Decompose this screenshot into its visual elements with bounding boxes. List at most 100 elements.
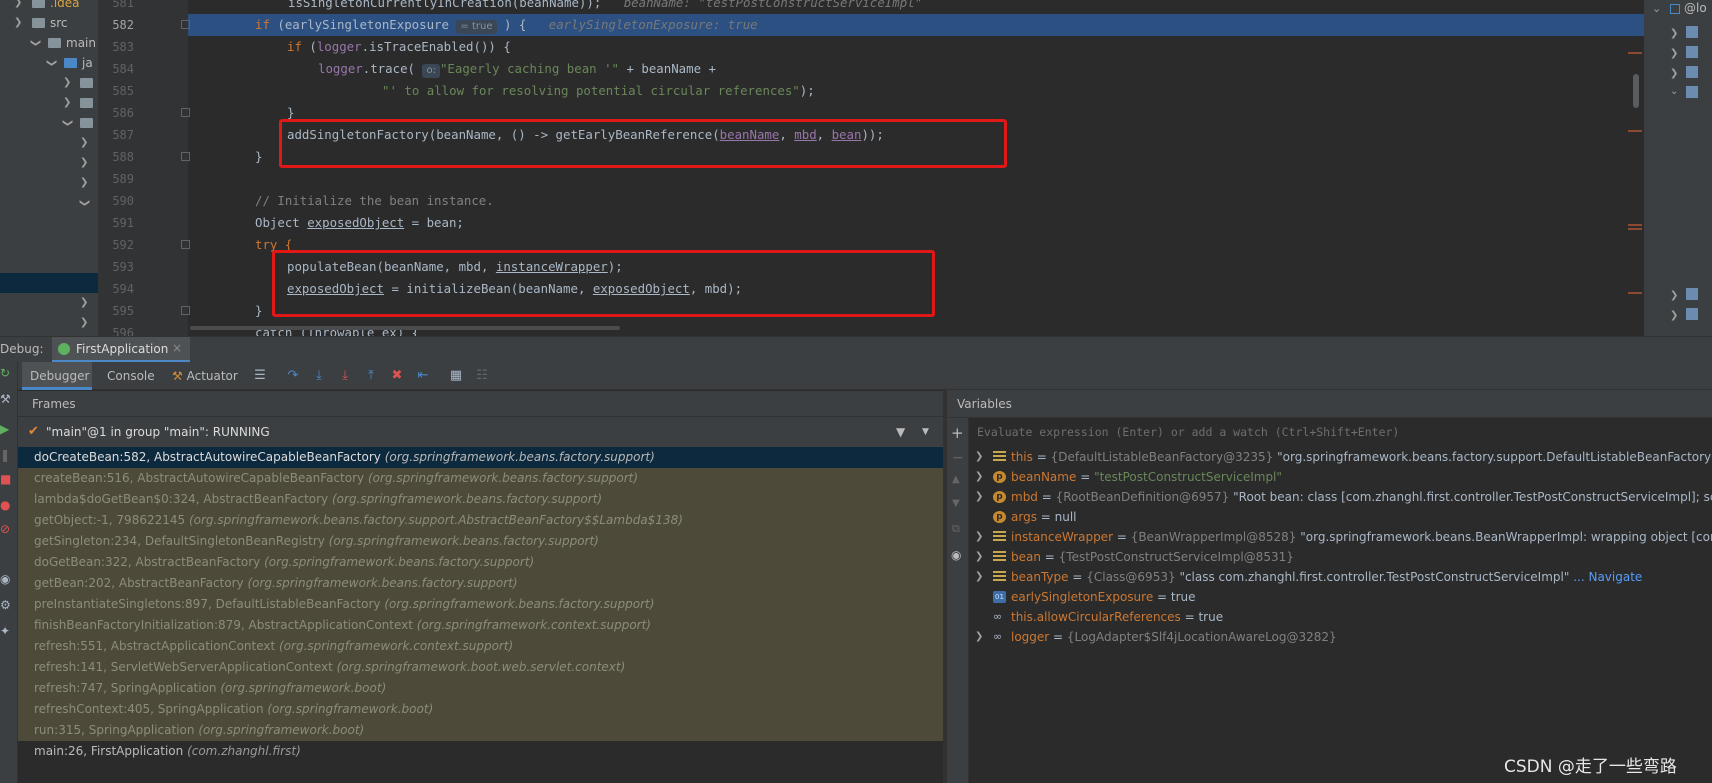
error-stripe-mark[interactable] <box>1628 228 1642 230</box>
frame-item[interactable]: getBean:202, AbstractBeanFactory (org.sp… <box>18 573 943 594</box>
error-stripe-mark[interactable] <box>1628 224 1642 226</box>
tree-item-package[interactable]: ❯ <box>0 313 98 333</box>
tree-item-package[interactable]: ❯ <box>0 173 98 193</box>
tree-item-package[interactable]: ❯ <box>0 293 98 313</box>
frame-item[interactable]: lambda$doGetBean$0:324, AbstractBeanFact… <box>18 489 943 510</box>
chevron-down-icon[interactable]: ⌄ <box>1670 86 1678 97</box>
structure-chevrons[interactable]: ❯ ❯ <box>1670 286 1678 326</box>
frame-item[interactable]: doGetBean:322, AbstractBeanFactory (org.… <box>18 552 943 573</box>
wrench-icon[interactable]: ⚒ <box>0 392 11 406</box>
chevron-right-icon[interactable]: ❯ <box>14 13 22 33</box>
evaluate-icon[interactable]: ▦ <box>448 368 464 384</box>
close-icon[interactable]: × <box>172 341 182 355</box>
code-line-583[interactable]: if (logger.isTraceEnabled()) { <box>287 39 511 54</box>
mute-breakpoints-icon[interactable]: ⊘ <box>0 522 10 536</box>
run-config-tab[interactable]: FirstApplication × <box>52 337 190 363</box>
variable-row[interactable]: ∞ this.allowCircularReferences = true <box>969 607 1712 627</box>
move-up-icon[interactable]: ▲ <box>952 474 960 485</box>
chevron-right-icon[interactable]: ❯ <box>975 627 983 647</box>
force-step-into-icon[interactable]: ⤓ <box>337 368 353 384</box>
run-to-cursor-icon[interactable]: ⇤ <box>415 368 431 384</box>
frame-item[interactable]: doCreateBean:582, AbstractAutowireCapabl… <box>18 447 943 468</box>
tree-item-package[interactable]: ❯ <box>0 93 98 113</box>
tab-actuator[interactable]: ⚒ Actuator <box>172 362 238 390</box>
pause-icon[interactable]: ❚ <box>0 448 10 462</box>
chevron-right-icon[interactable]: ❯ <box>975 467 983 487</box>
variable-row[interactable]: 01 earlySingletonExposure = true <box>969 587 1712 607</box>
variable-row[interactable]: ❯ ∞ logger = {LogAdapter$Slf4jLocationAw… <box>969 627 1712 647</box>
vertical-scrollbar[interactable] <box>1633 74 1639 108</box>
camera-icon[interactable]: ◉ <box>0 572 10 586</box>
variable-row[interactable]: ❯ instanceWrapper = {BeanWrapperImpl@852… <box>969 527 1712 547</box>
navigate-link[interactable]: ... Navigate <box>1573 570 1642 584</box>
thread-selector[interactable]: ✔ "main"@1 in group "main": RUNNING ▼ ▼ <box>18 417 943 447</box>
drop-frame-icon[interactable]: ✖ <box>389 368 405 384</box>
step-out-icon[interactable]: ⤒ <box>363 368 379 384</box>
code-line-586[interactable]: } <box>287 105 294 120</box>
resume-icon[interactable]: ▶ <box>0 422 9 436</box>
code-line-585[interactable]: "' to allow for resolving potential circ… <box>382 83 815 98</box>
frame-item[interactable]: getSingleton:234, DefaultSingletonBeanRe… <box>18 531 943 552</box>
code-line-581[interactable]: isSingletonCurrentlyInCreation(beanName)… <box>288 0 922 10</box>
frame-item[interactable]: refreshContext:405, SpringApplication (o… <box>18 699 943 720</box>
frame-item[interactable]: refresh:747, SpringApplication (org.spri… <box>18 678 943 699</box>
tree-item-selected[interactable] <box>0 273 98 293</box>
chevron-down-icon[interactable]: ▼ <box>922 417 929 447</box>
chevron-down-icon[interactable]: ⌄ <box>1652 2 1661 15</box>
move-down-icon[interactable]: ▼ <box>952 498 960 509</box>
gear-icon[interactable]: ⚙ <box>0 598 11 612</box>
frame-item[interactable]: preInstantiateSingletons:897, DefaultLis… <box>18 594 943 615</box>
evaluate-expression-input[interactable] <box>969 419 1712 445</box>
frame-item[interactable]: createBean:516, AbstractAutowireCapableB… <box>18 468 943 489</box>
tree-item-main[interactable]: ❯ main <box>0 33 98 53</box>
add-watch-icon[interactable]: + <box>951 424 964 442</box>
horizontal-scrollbar[interactable] <box>190 326 620 330</box>
code-line-591[interactable]: Object exposedObject = bean; <box>255 215 464 230</box>
rerun-icon[interactable]: ↻ <box>0 366 10 380</box>
duplicate-icon[interactable]: ⧉ <box>952 522 960 536</box>
tree-item-src[interactable]: ❯ src <box>0 13 98 33</box>
frame-item[interactable]: run:315, SpringApplication (org.springfr… <box>18 720 943 741</box>
chevron-down-icon[interactable]: ❯ <box>57 119 77 127</box>
tree-item-java[interactable]: ❯ ja <box>0 53 98 73</box>
code-line-588[interactable]: } <box>255 149 262 164</box>
fold-marker[interactable] <box>181 152 190 161</box>
chevron-right-icon[interactable]: ❯ <box>975 547 983 567</box>
chevron-right-icon[interactable]: ❯ <box>975 527 983 547</box>
variable-row[interactable]: ❯ bean = {TestPostConstructServiceImpl@8… <box>969 547 1712 567</box>
stop-icon[interactable]: ■ <box>0 472 11 486</box>
chevron-right-icon[interactable]: ❯ <box>63 93 71 113</box>
chevron-right-icon[interactable]: ❯ <box>975 487 983 507</box>
variable-row[interactable]: p args = null <box>969 507 1712 527</box>
variable-row[interactable]: ❯ this = {DefaultListableBeanFactory@323… <box>969 447 1712 467</box>
tab-debugger[interactable]: Debugger <box>22 362 92 390</box>
error-stripe-mark[interactable] <box>1628 130 1642 132</box>
frame-item[interactable]: main:26, FirstApplication (com.zhanghl.f… <box>18 741 943 762</box>
step-over-icon[interactable]: ↷ <box>285 368 301 384</box>
frame-item[interactable]: finishBeanFactoryInitialization:879, Abs… <box>18 615 943 636</box>
error-stripe-mark[interactable] <box>1628 292 1642 294</box>
tree-item-package[interactable]: ❯ <box>0 133 98 153</box>
trace-icon[interactable]: ☷ <box>474 368 490 384</box>
frame-item[interactable]: getObject:-1, 798622145 (org.springframe… <box>18 510 943 531</box>
pin-icon[interactable]: ✦ <box>0 624 10 638</box>
variable-row[interactable]: ❯ p mbd = {RootBeanDefinition@6957} "Roo… <box>969 487 1712 507</box>
code-line-595[interactable]: } <box>255 303 262 318</box>
menu-icon[interactable]: ☰ <box>252 368 268 384</box>
chevron-right-icon[interactable]: ❯ <box>80 153 88 173</box>
remove-watch-icon[interactable]: − <box>952 450 964 466</box>
chevron-right-icon[interactable]: ❯ <box>80 313 88 333</box>
fold-marker[interactable] <box>181 20 190 29</box>
chevron-right-icon[interactable]: ❯ <box>80 173 88 193</box>
frame-item[interactable]: refresh:141, ServletWebServerApplication… <box>18 657 943 678</box>
tree-item-package[interactable]: ❯ <box>0 153 98 173</box>
fold-marker[interactable] <box>181 108 190 117</box>
code-line-584[interactable]: logger.trace( o: "Eagerly caching bean '"… <box>318 61 716 78</box>
chevron-down-icon[interactable]: ❯ <box>74 199 94 207</box>
chevron-down-icon[interactable]: ❯ <box>41 59 61 67</box>
variable-row[interactable]: ❯ p beanName = "testPostConstructService… <box>969 467 1712 487</box>
structure-chevrons[interactable]: ❯ ❯ ❯ <box>1670 24 1678 84</box>
tree-item-idea[interactable]: ❯ .idea <box>0 0 98 13</box>
chevron-right-icon[interactable]: ❯ <box>975 567 983 587</box>
fold-marker[interactable] <box>181 306 190 315</box>
